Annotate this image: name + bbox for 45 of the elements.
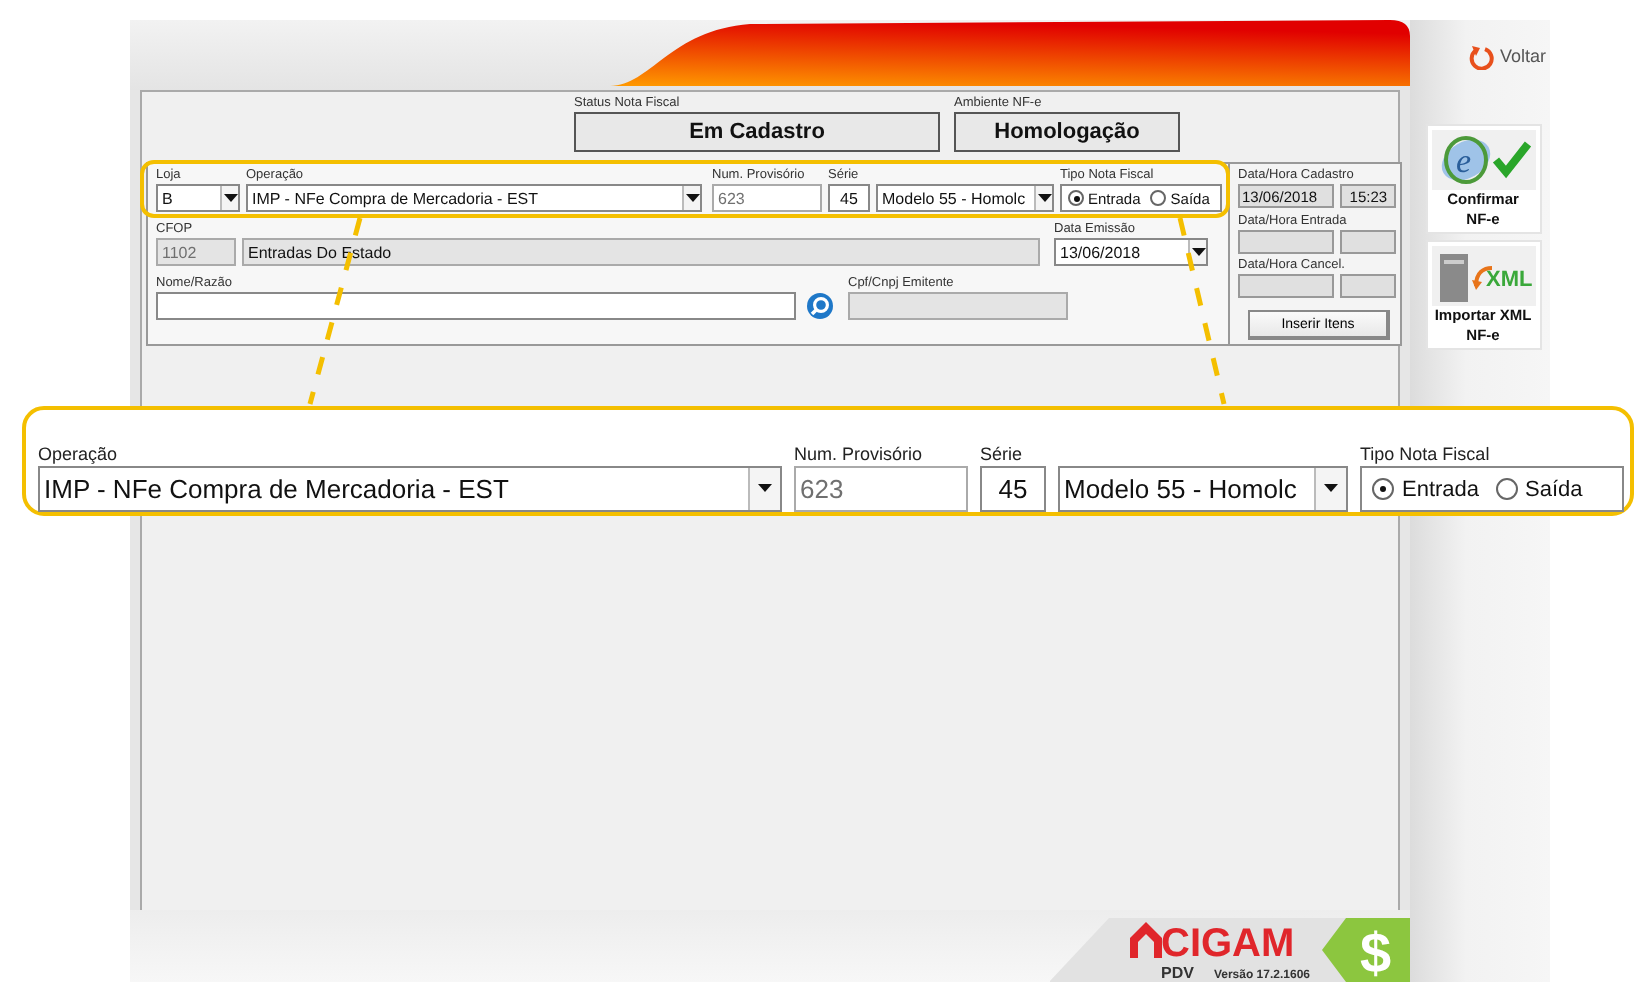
operation-dropdown[interactable]: IMP - NFe Compra de Mercadoria - EST bbox=[38, 466, 782, 512]
caret-icon bbox=[1037, 193, 1051, 203]
nfe-check-icon: e bbox=[1431, 130, 1535, 190]
time-field bbox=[1340, 229, 1396, 254]
cfop-code-field[interactable]: 1102 bbox=[156, 238, 236, 266]
number-field[interactable]: 623 bbox=[712, 184, 822, 212]
model-dropdown[interactable]: Modelo 55 - Homolc bbox=[1058, 466, 1348, 512]
radio-button[interactable] bbox=[1150, 190, 1167, 206]
back-icon bbox=[1467, 43, 1494, 69]
model-dropdown[interactable]: Modelo 55 - Homolc bbox=[876, 184, 1054, 212]
field-label: Tipo Nota Fiscal bbox=[1360, 442, 1492, 466]
cpf-cnpj-field[interactable] bbox=[848, 292, 1068, 320]
dollar-icon: $ bbox=[1322, 918, 1410, 982]
date-picker[interactable]: 13/06/2018 bbox=[1054, 238, 1208, 266]
operation-dropdown[interactable]: IMP - NFe Compra de Mercadoria - EST bbox=[246, 184, 702, 212]
caret-icon bbox=[685, 193, 699, 203]
radio-button[interactable] bbox=[1372, 478, 1394, 500]
product-name: PDV bbox=[1161, 964, 1194, 982]
logo-mark-icon bbox=[1129, 922, 1161, 958]
name-field[interactable] bbox=[156, 292, 796, 320]
field-label: Num. Provisório bbox=[794, 442, 925, 466]
caret-icon bbox=[1324, 484, 1338, 494]
caret-icon bbox=[1191, 247, 1205, 257]
number-field[interactable]: 623 bbox=[794, 466, 968, 512]
time-field bbox=[1340, 274, 1396, 299]
brand-name: CIGAM bbox=[1161, 924, 1297, 964]
radio-option[interactable]: Entrada bbox=[1372, 477, 1480, 501]
series-field[interactable]: 45 bbox=[828, 184, 870, 212]
field-label: Operação bbox=[38, 442, 120, 466]
environment-value: Homologação bbox=[954, 112, 1180, 152]
store-dropdown[interactable]: B bbox=[156, 184, 240, 212]
series-field[interactable]: 45 bbox=[980, 466, 1046, 512]
caret-icon bbox=[758, 484, 772, 494]
radio-button[interactable] bbox=[1495, 478, 1518, 500]
search-icon[interactable] bbox=[806, 292, 834, 320]
radio-button[interactable] bbox=[1068, 190, 1084, 206]
cfop-description-field: Entradas Do Estado bbox=[242, 238, 1040, 266]
server-xml-icon: XML bbox=[1431, 246, 1535, 306]
status-value: Em Cadastro bbox=[574, 112, 940, 152]
radio-option[interactable]: Saída bbox=[1495, 477, 1583, 501]
back-link[interactable]: Voltar bbox=[1467, 38, 1546, 74]
field-label: Série bbox=[980, 442, 1025, 466]
caret-icon bbox=[223, 193, 237, 203]
date-field bbox=[1238, 229, 1335, 254]
date-field bbox=[1238, 274, 1335, 299]
